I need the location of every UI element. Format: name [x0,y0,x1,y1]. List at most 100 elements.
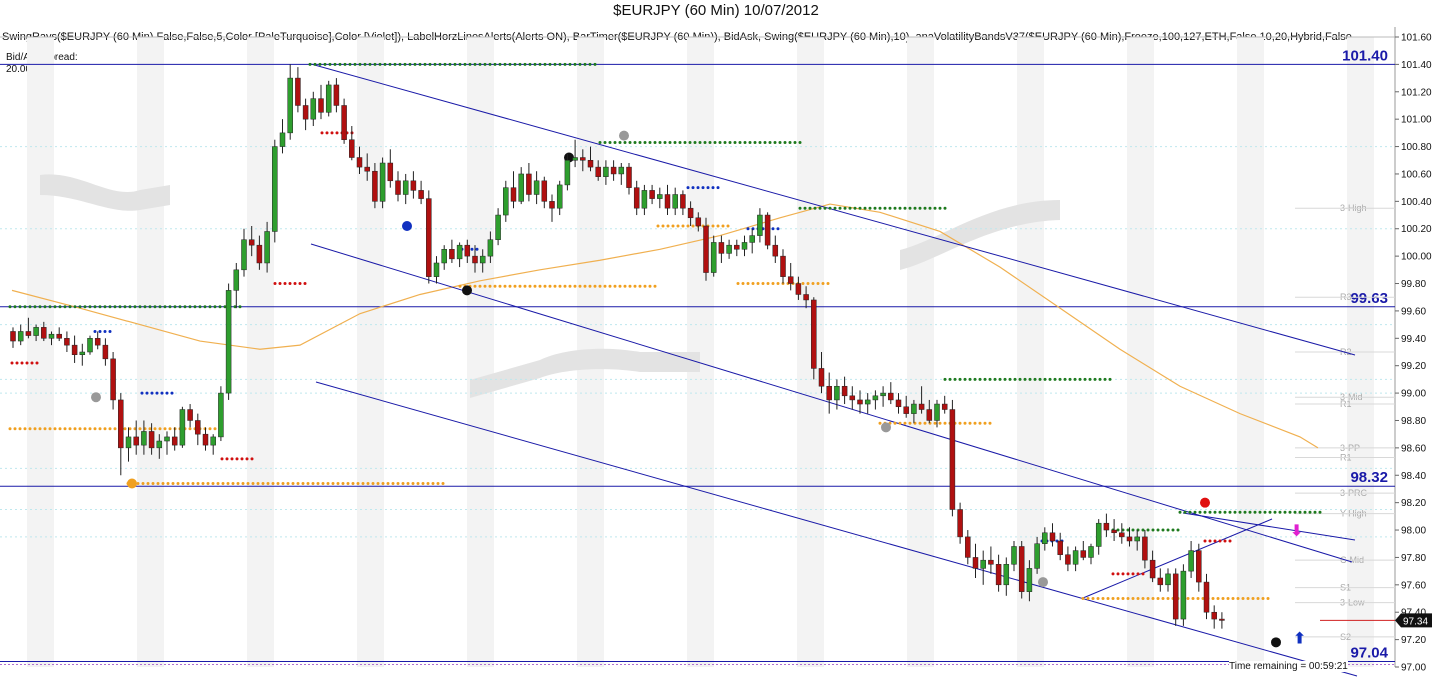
candle-body [826,385,832,401]
swing-high-dots [443,62,447,66]
candle-body [710,242,717,273]
candle-body [633,187,640,209]
candle-body [171,436,178,446]
swing-high-dots [133,305,137,309]
swing-low-dots [943,421,947,425]
swing-low-dots [973,421,977,425]
candle-body [179,409,186,446]
swing-low-dots [168,427,172,431]
horizontal-level-label: 99.63 [1350,290,1388,307]
swing-high-dots [473,62,477,66]
swing-point-marker [402,221,412,231]
session-band [137,37,164,667]
swing-high-dots [1208,510,1212,514]
swing-low-dots [988,421,992,425]
swing-high-dots [928,206,932,210]
swing-low-dots [78,427,82,431]
swing-low-dots [1091,597,1095,601]
candle-body [325,84,332,113]
bar-timer: Time remaining = 00:59:21 [1229,661,1348,672]
candle-body [703,225,709,273]
swing-low-dots [538,284,542,288]
swing-low-dots [1096,597,1100,601]
swing-high-dots [1098,377,1102,381]
moving-average-line [11,203,1319,449]
swing-high-dots [648,140,652,144]
swing-high-dots [778,140,782,144]
session-band [467,37,494,667]
swing-high-dots [448,62,452,66]
candle-body [687,207,694,219]
swing-high-dots [103,305,107,309]
swing-low-dots [58,427,62,431]
swing-high-dots [1238,510,1242,514]
swing-low-dots [221,481,225,485]
swing-low-dots [38,427,42,431]
swing-low-dots [776,282,780,286]
swing-low-dots [908,421,912,425]
candle-body [888,392,894,401]
swing-high-dots [988,377,992,381]
swing-high-dots [983,377,987,381]
swing-low-dots [271,481,275,485]
swing-low-dots [816,282,820,286]
swing-low-dots [153,427,157,431]
swing-high-dots [958,377,962,381]
swing-low-dots [691,224,695,228]
swing-high-dots [1058,377,1062,381]
swing-high-dots [873,206,877,210]
swing-low-dots [1146,597,1150,601]
swing-high-dots [1116,528,1120,532]
swing-high-dots [693,140,697,144]
red-level-dots [1131,572,1135,576]
swing-low-dots [351,481,355,485]
swing-low-dots [416,481,420,485]
swing-low-dots [371,481,375,485]
swing-high-dots [28,305,32,309]
swing-low-dots [958,421,962,425]
session-band [1237,37,1264,667]
swing-low-dots [1186,597,1190,601]
swing-high-dots [848,206,852,210]
swing-high-dots [533,62,537,66]
price-chart[interactable]: 101.60 101.40 101.20 101.00 100.80 100.60 100.… [0,0,1432,683]
swing-high-dots [1183,510,1187,514]
candle-body [595,166,601,177]
y-tick-label: 98.40 [1401,471,1426,482]
swing-high-dots [393,62,397,66]
blue-level-dots [108,329,112,333]
swing-low-dots [336,481,340,485]
candle-body [1049,532,1056,542]
candle-body [780,255,786,277]
swing-low-dots [1116,597,1120,601]
candle-body [841,385,848,397]
swing-high-dots [718,140,722,144]
y-tick-label: 101.00 [1401,115,1432,126]
candle-body [941,403,948,410]
candle-body [202,433,209,446]
red-level-dots [250,457,254,461]
candle-body [402,180,409,195]
swing-high-dots [943,206,947,210]
swing-low-dots [573,284,577,288]
candle-body [849,395,856,401]
red-level-dots [1116,572,1120,576]
swing-low-dots [236,481,240,485]
swing-low-dots [321,481,325,485]
blue-level-dots [475,247,479,251]
swing-low-dots [751,282,755,286]
swing-high-dots [88,305,92,309]
swing-low-dots [721,224,725,228]
swing-high-dots [1073,377,1077,381]
swing-high-dots [603,140,607,144]
swing-high-dots [833,206,837,210]
swing-low-dots [1101,597,1105,601]
blue-level-dots [103,329,107,333]
swing-high-dots [613,140,617,144]
candle-body [764,214,771,246]
swing-high-dots [508,62,512,66]
red-level-dots [320,131,324,135]
swing-high-dots [68,305,72,309]
swing-low-dots [478,284,482,288]
swing-high-dots [813,206,817,210]
